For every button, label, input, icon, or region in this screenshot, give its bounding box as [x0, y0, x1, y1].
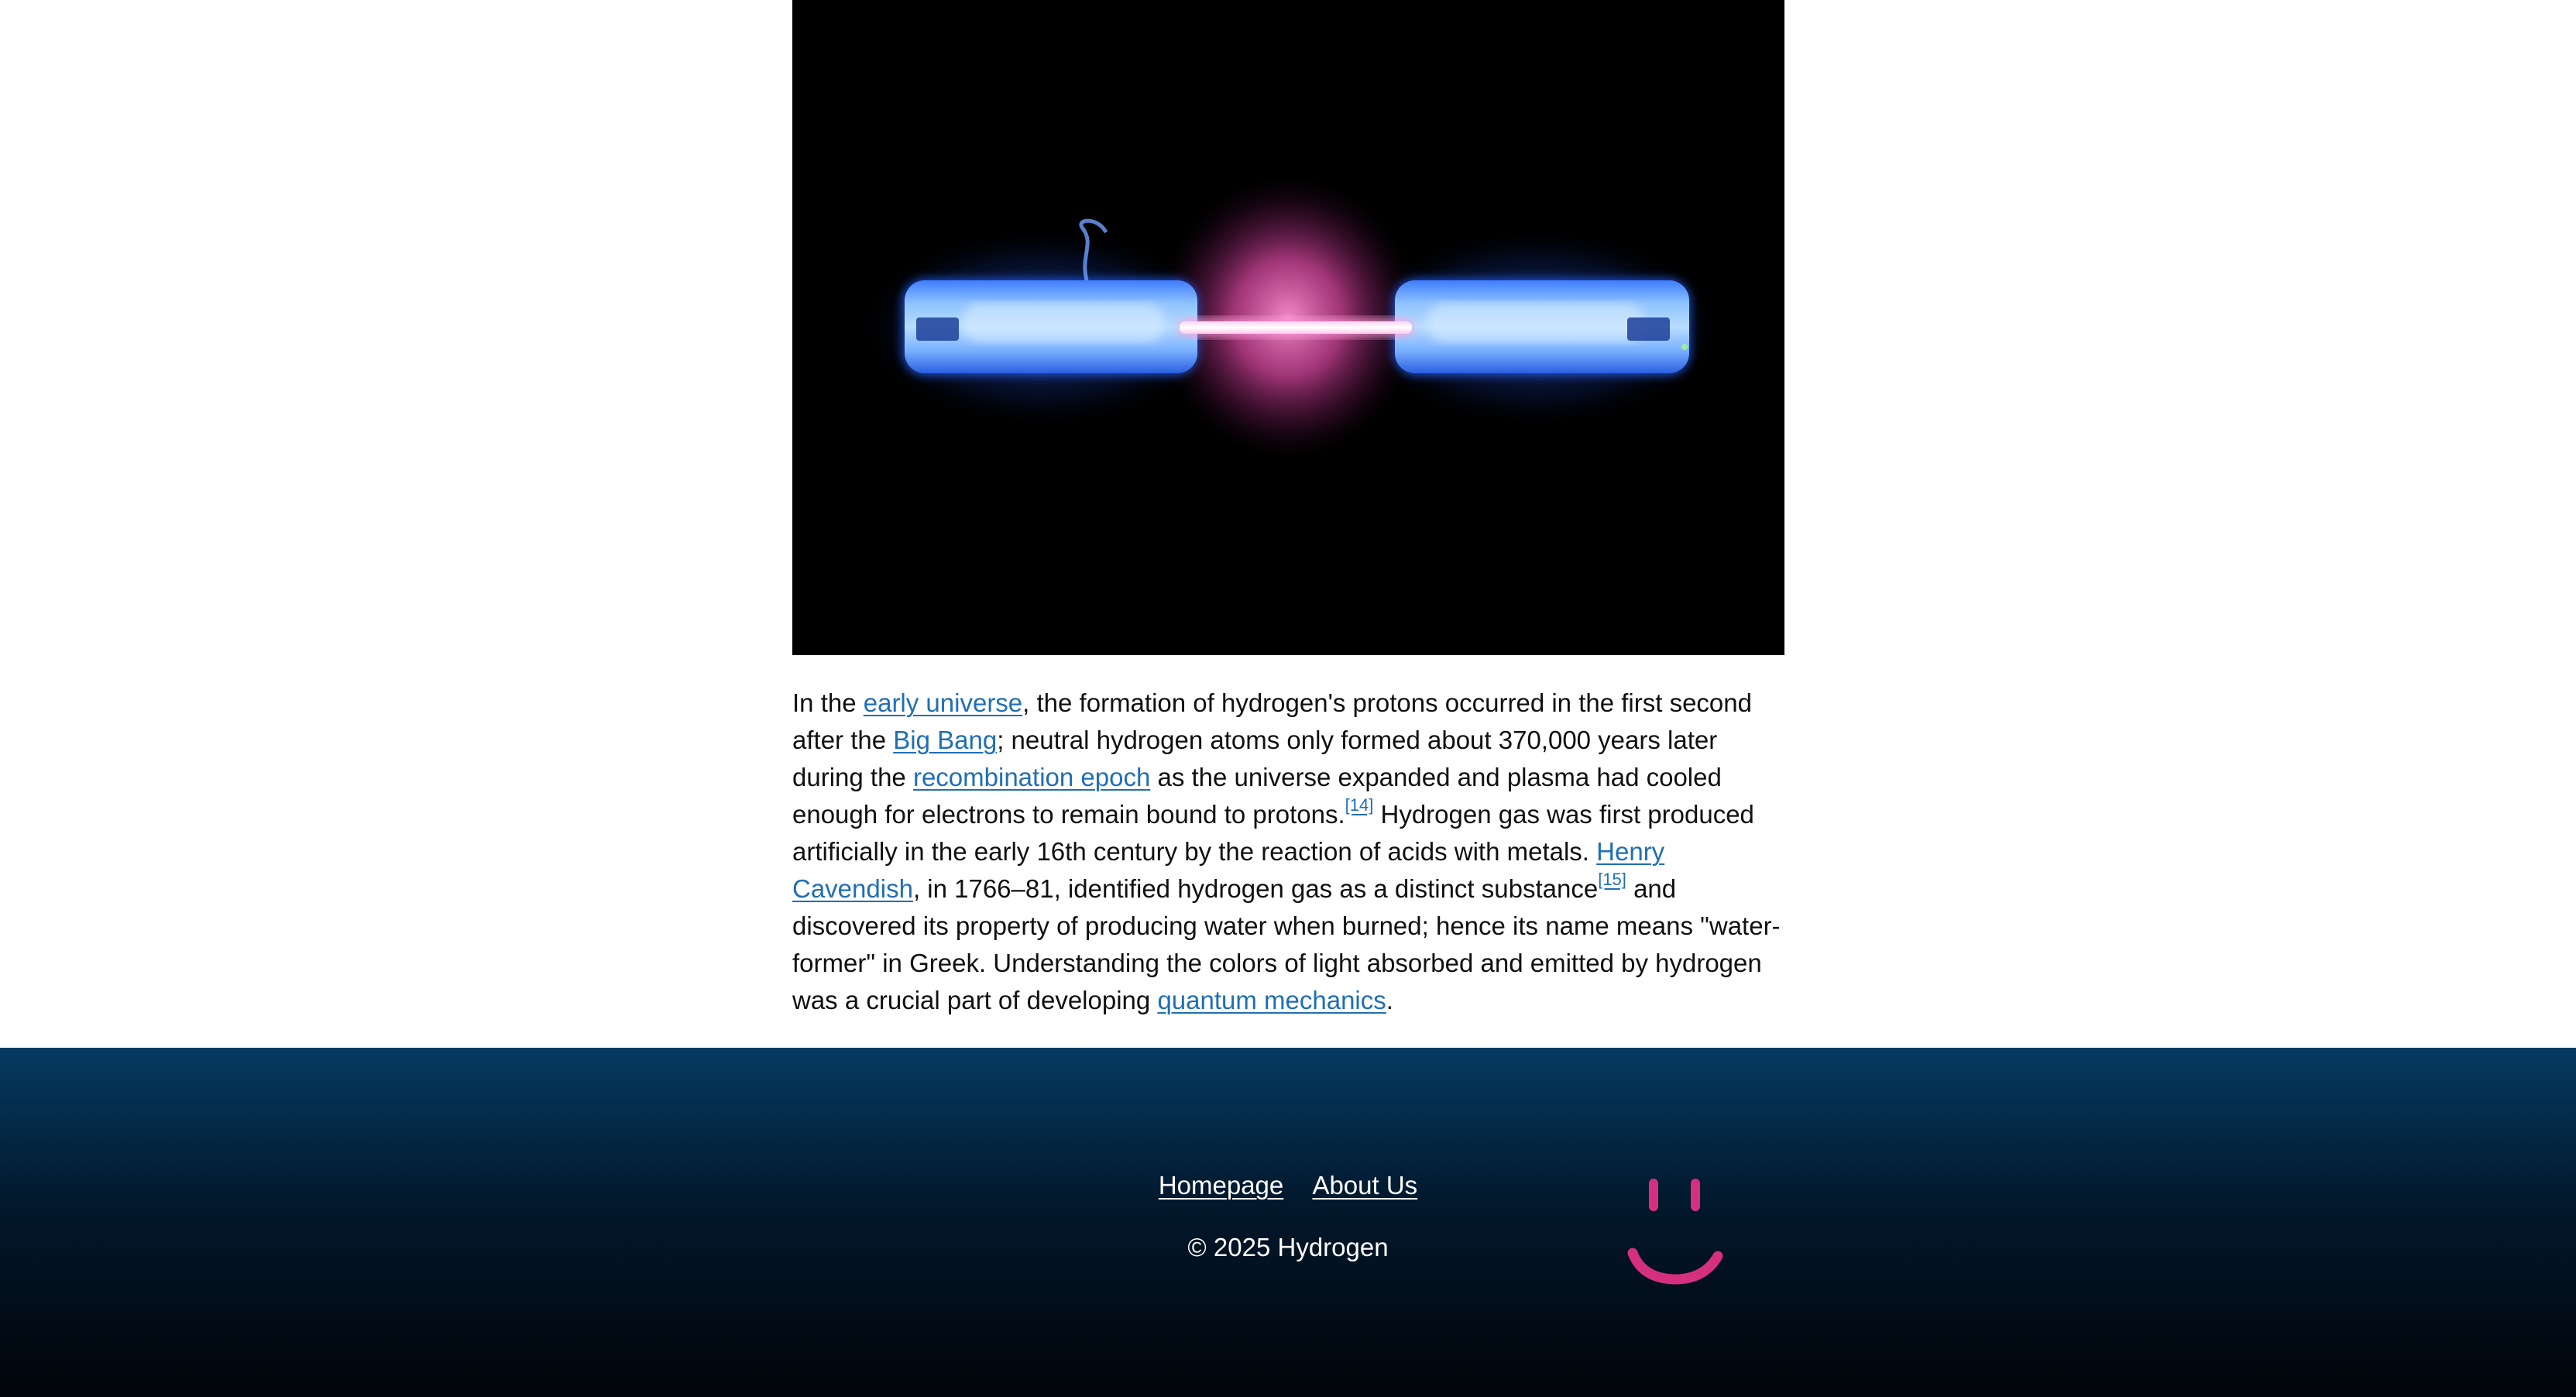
footer-link-about-us[interactable]: About Us: [1312, 1171, 1417, 1200]
reference-14: [14]: [1345, 795, 1374, 815]
link-big-bang[interactable]: Big Bang: [893, 726, 997, 754]
link-early-universe[interactable]: early universe: [864, 688, 1022, 717]
hydrogen-discharge-tube-image: [792, 0, 1784, 655]
footer-nav: Homepage About Us: [0, 1170, 2576, 1201]
page: In the early universe, the formation of …: [0, 0, 2576, 1397]
article-paragraph: In the early universe, the formation of …: [792, 685, 1788, 1019]
footer-link-homepage[interactable]: Homepage: [1159, 1171, 1283, 1200]
article-text: In the: [792, 688, 864, 717]
link-recombination-epoch[interactable]: recombination epoch: [913, 763, 1150, 791]
site-footer: Homepage About Us © 2025 Hydrogen: [0, 1048, 2576, 1397]
reference-15: [15]: [1598, 870, 1626, 889]
link-quantum-mechanics[interactable]: quantum mechanics: [1157, 986, 1386, 1014]
smiley-face-icon: [1627, 1179, 1723, 1285]
article-text: , in 1766–81, identified hydrogen gas as…: [912, 874, 1599, 903]
reference-link-15[interactable]: [15]: [1598, 870, 1626, 889]
copyright-text: © 2025 Hydrogen: [1187, 1233, 1389, 1261]
reference-link-14[interactable]: [14]: [1345, 795, 1374, 815]
article-text: .: [1386, 986, 1393, 1014]
